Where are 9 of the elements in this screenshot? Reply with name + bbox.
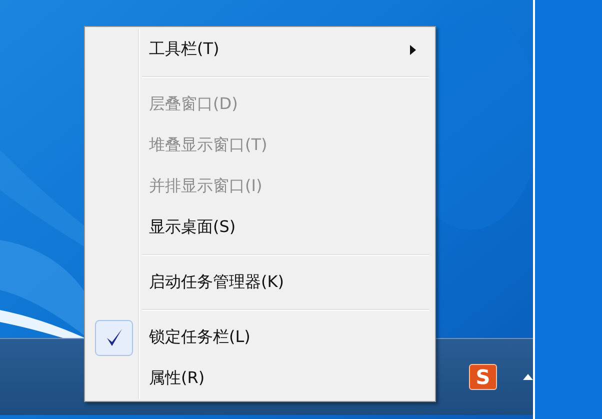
- tray-app-icon[interactable]: S: [469, 364, 497, 390]
- menu-item[interactable]: 显示桌面(S): [87, 207, 433, 248]
- checkmark-icon: [94, 320, 132, 356]
- menu-item[interactable]: 工具栏(T): [87, 29, 433, 70]
- menu-item[interactable]: 启动任务管理器(K): [87, 262, 433, 303]
- submenu-arrow-icon: [410, 44, 416, 54]
- menu-item[interactable]: 属性(R): [87, 358, 433, 399]
- menu-item[interactable]: 锁定任务栏(L): [87, 317, 433, 358]
- show-hidden-icons-icon[interactable]: [523, 374, 533, 380]
